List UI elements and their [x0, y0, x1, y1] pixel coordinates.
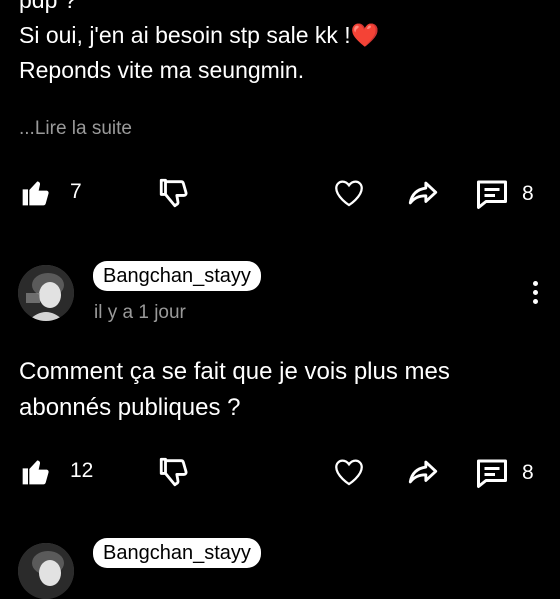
post-2-line-1: Comment ça se fait que je vois plus mes	[19, 358, 450, 385]
thumbs-down-icon	[159, 178, 188, 208]
post-2-body: Comment ça se fait que je vois plus mes …	[19, 354, 549, 426]
reply-count: 8	[522, 461, 534, 484]
avatar-photo	[18, 543, 74, 599]
favorite-button[interactable]	[332, 455, 366, 489]
more-dot	[532, 299, 538, 304]
reply-button[interactable]: 8	[474, 455, 534, 491]
thumbs-up-icon	[22, 460, 49, 485]
timestamp: il y a 1 jour	[94, 302, 186, 323]
post-1-actions: 7 8	[0, 173, 560, 213]
reply-button[interactable]: 8	[474, 176, 534, 212]
post-1-body: pdp ? Si oui, j'en ai besoin stp sale kk…	[19, 0, 549, 88]
like-button[interactable]: 7	[20, 176, 82, 208]
like-count: 7	[70, 180, 82, 203]
post-1-line-2: Si oui, j'en ai besoin stp sale kk !❤️	[19, 22, 380, 48]
share-icon	[408, 181, 438, 205]
reply-count: 8	[522, 182, 534, 205]
avatar[interactable]	[18, 543, 74, 599]
dislike-button[interactable]	[157, 176, 191, 210]
heart-icon	[335, 459, 363, 486]
like-button[interactable]: 12	[20, 455, 93, 487]
read-more-link[interactable]: ...Lire la suite	[19, 118, 132, 140]
dislike-button[interactable]	[157, 455, 191, 489]
avatar[interactable]	[18, 265, 74, 321]
thumbs-down-icon	[159, 457, 188, 487]
post-1-line-1: pdp ?	[19, 0, 77, 13]
comment-icon	[477, 459, 507, 488]
share-button[interactable]	[405, 455, 441, 489]
post-2-line-2: abonnés publiques ?	[19, 394, 241, 421]
thumbs-up-icon	[22, 181, 49, 206]
more-dot	[532, 290, 538, 295]
share-button[interactable]	[405, 176, 441, 210]
heart-emoji: ❤️	[350, 22, 380, 48]
avatar-photo	[18, 265, 74, 321]
more-options-button[interactable]	[530, 281, 540, 309]
heart-icon	[335, 180, 363, 207]
username-badge[interactable]: Bangchan_stayy	[93, 538, 261, 568]
username-badge[interactable]: Bangchan_stayy	[93, 261, 261, 291]
post-1-line-3: Reponds vite ma seungmin.	[19, 57, 305, 83]
favorite-button[interactable]	[332, 176, 366, 210]
more-vertical-icon	[532, 281, 538, 286]
comment-icon	[477, 180, 507, 209]
share-icon	[408, 460, 438, 484]
like-count: 12	[70, 459, 94, 482]
post-2-actions: 12 8	[0, 452, 560, 492]
